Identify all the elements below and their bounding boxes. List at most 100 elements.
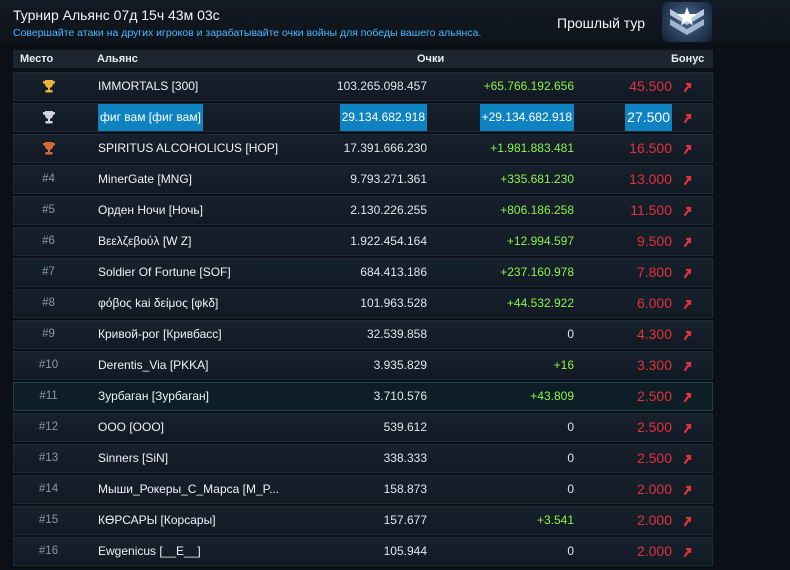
table-row[interactable]: #10 Derentis_Via [PKKA] 3.935.829 +16 3.300 bbox=[13, 351, 713, 380]
rank-number: #11 bbox=[39, 390, 58, 402]
alliance-name[interactable]: IMMORTALS [300] bbox=[98, 73, 198, 100]
alliance-name[interactable]: φόβος kai δείμος [φkδ] bbox=[98, 290, 218, 317]
alliance-name[interactable]: Кривой-рог [Кривбасс] bbox=[98, 321, 222, 348]
gold-trophy-icon bbox=[14, 73, 83, 100]
tournament-title: Турнир Альянс 07д 15ч 43м 03с bbox=[13, 7, 220, 23]
alliance-score: 103.265.098.457 bbox=[336, 79, 427, 93]
score-gain: +335.681.230 bbox=[500, 172, 574, 186]
alliance-score: 9.793.271.361 bbox=[350, 172, 427, 186]
emblem-star-icon bbox=[670, 7, 704, 35]
rank-number: #10 bbox=[38, 359, 59, 371]
alliance-name[interactable]: Ewgenicus [__E__] bbox=[98, 538, 201, 565]
table-row[interactable]: #15 КӨРСАРЫ [Корсары] 157.677 +3.541 2.000 bbox=[13, 506, 713, 535]
score-gain: +43.809 bbox=[530, 389, 574, 403]
alliance-score: 157.677 bbox=[383, 513, 427, 527]
bonus-arrow-icon bbox=[682, 174, 694, 186]
rank-number: #15 bbox=[38, 514, 59, 526]
score-gain: +29.134.682.918 bbox=[479, 104, 574, 131]
score-gain: 0 bbox=[567, 451, 574, 465]
table-row[interactable]: #6 Βεελζεβούλ [W Z] 1.922.454.164 +12.994.5… bbox=[13, 227, 713, 256]
score-gain: +1.981.883.481 bbox=[490, 141, 574, 155]
score-gain: 0 bbox=[567, 544, 574, 558]
alliance-score: 2.130.226.255 bbox=[350, 203, 427, 217]
table-row[interactable]: #5 Орден Ночи [Ночь] 2.130.226.255 +806.186… bbox=[13, 196, 713, 225]
alliance-name[interactable]: Derentis_Via [PKKA] bbox=[98, 352, 209, 379]
table-row[interactable]: #12 ООО [ООО] 539.612 0 2.500 bbox=[13, 413, 713, 442]
alliance-name[interactable]: Мыши_Рокеры_С_Марса [M_P... bbox=[98, 476, 279, 503]
bonus-value: 2.000 bbox=[636, 543, 672, 559]
rank-number: #16 bbox=[38, 545, 59, 557]
score-gain: +16 bbox=[553, 358, 574, 372]
rank-number: #13 bbox=[38, 452, 59, 464]
score-gain: +44.532.922 bbox=[506, 296, 574, 310]
alliance-name[interactable]: Sinners [SiN] bbox=[98, 445, 168, 472]
rank-number: #5 bbox=[42, 204, 55, 216]
bonus-value: 2.000 bbox=[636, 512, 672, 528]
bonus-arrow-icon bbox=[682, 298, 694, 310]
alliance-name[interactable]: ООО [ООО] bbox=[98, 414, 164, 441]
score-gain: +237.160.978 bbox=[500, 265, 574, 279]
tournament-header: Турнир Альянс 07д 15ч 43м 03с Совершайте… bbox=[0, 0, 790, 44]
table-row[interactable]: фиг вам [фиг вам] 29.134.682.918 +29.134.6… bbox=[13, 103, 713, 132]
score-gain: +12.994.597 bbox=[506, 234, 574, 248]
table-row[interactable]: #16 Ewgenicus [__E__] 105.944 0 2.000 bbox=[13, 537, 713, 566]
score-gain: +806.186.258 bbox=[500, 203, 574, 217]
bonus-arrow-icon bbox=[682, 453, 694, 465]
table-row[interactable]: #8 φόβος kai δείμος [φkδ] 101.963.528 +44.5… bbox=[13, 289, 713, 318]
bonus-value: 7.800 bbox=[636, 264, 672, 280]
rank-number: #7 bbox=[42, 266, 55, 278]
bonus-arrow-icon bbox=[682, 143, 694, 155]
bonus-arrow-icon bbox=[682, 205, 694, 217]
bonus-value: 2.500 bbox=[636, 419, 672, 435]
score-gain: +65.766.192.656 bbox=[483, 79, 574, 93]
alliance-name[interactable]: Βεελζεβούλ [W Z] bbox=[98, 228, 191, 255]
alliance-score: 101.963.528 bbox=[360, 296, 427, 310]
bonus-arrow-icon bbox=[682, 81, 694, 93]
rank-number: #14 bbox=[38, 483, 59, 495]
alliance-name[interactable]: Зурбаган [Зурбаган] bbox=[98, 383, 209, 410]
table-row[interactable]: #11 Зурбаган [Зурбаган] 3.710.576 +43.809 2.… bbox=[13, 382, 713, 411]
alliance-score: 684.413.186 bbox=[360, 265, 427, 279]
bonus-value: 27.500 bbox=[625, 104, 672, 131]
score-gain: 0 bbox=[567, 420, 574, 434]
alliance-score: 32.539.858 bbox=[366, 327, 427, 341]
alliance-name[interactable]: КӨРСАРЫ [Корсары] bbox=[98, 507, 216, 534]
score-gain: +3.541 bbox=[536, 513, 574, 527]
bonus-value: 3.300 bbox=[636, 357, 672, 373]
table-row[interactable]: IMMORTALS [300] 103.265.098.457 +65.766.19… bbox=[13, 72, 713, 101]
alliance-score: 1.922.454.164 bbox=[350, 234, 427, 248]
alliance-score: 3.710.576 bbox=[373, 389, 427, 403]
table-row[interactable]: #14 Мыши_Рокеры_С_Марса [M_P... 158.873 0 2.… bbox=[13, 475, 713, 504]
bonus-value: 4.300 bbox=[636, 326, 672, 342]
column-bonus: Бонус bbox=[671, 53, 705, 65]
bonus-arrow-icon bbox=[682, 329, 694, 341]
table-row[interactable]: SPIRITUS ALCOHOLICUS [НОР] 17.391.666.230… bbox=[13, 134, 713, 163]
column-alliance: Альянс bbox=[97, 53, 138, 65]
bonus-arrow-icon bbox=[682, 484, 694, 496]
alliance-score: 338.333 bbox=[383, 451, 427, 465]
table-row[interactable]: #9 Кривой-рог [Кривбасс] 32.539.858 0 4.300 bbox=[13, 320, 713, 349]
bonus-arrow-icon bbox=[682, 391, 694, 403]
column-points: Очки bbox=[417, 53, 445, 65]
bonus-value: 45.500 bbox=[629, 78, 672, 94]
previous-round-link[interactable]: Прошлый тур bbox=[557, 15, 645, 31]
table-row[interactable]: #13 Sinners [SiN] 338.333 0 2.500 bbox=[13, 444, 713, 473]
bonus-value: 2.000 bbox=[636, 481, 672, 497]
alliance-name[interactable]: SPIRITUS ALCOHOLICUS [НОР] bbox=[98, 135, 278, 162]
silver-trophy-icon bbox=[14, 104, 83, 131]
score-gain: 0 bbox=[567, 482, 574, 496]
score-gain: 0 bbox=[567, 327, 574, 341]
bonus-arrow-icon bbox=[682, 267, 694, 279]
alliance-rank-emblem-icon[interactable] bbox=[662, 2, 712, 42]
table-row[interactable]: #4 MinerGate [MNG] 9.793.271.361 +335.681.2… bbox=[13, 165, 713, 194]
bonus-arrow-icon bbox=[682, 515, 694, 527]
bonus-value: 11.500 bbox=[630, 202, 672, 218]
bonus-value: 2.500 bbox=[636, 450, 672, 466]
column-place: Место bbox=[20, 53, 54, 65]
alliance-name[interactable]: MinerGate [MNG] bbox=[98, 166, 192, 193]
alliance-name[interactable]: фиг вам [фиг вам] bbox=[98, 104, 203, 131]
alliance-name[interactable]: Орден Ночи [Ночь] bbox=[98, 197, 203, 224]
alliance-name[interactable]: Soldier Of Fortune [SOF] bbox=[98, 259, 231, 286]
table-row[interactable]: #7 Soldier Of Fortune [SOF] 684.413.186 +23… bbox=[13, 258, 713, 287]
bronze-trophy-icon bbox=[14, 135, 83, 162]
